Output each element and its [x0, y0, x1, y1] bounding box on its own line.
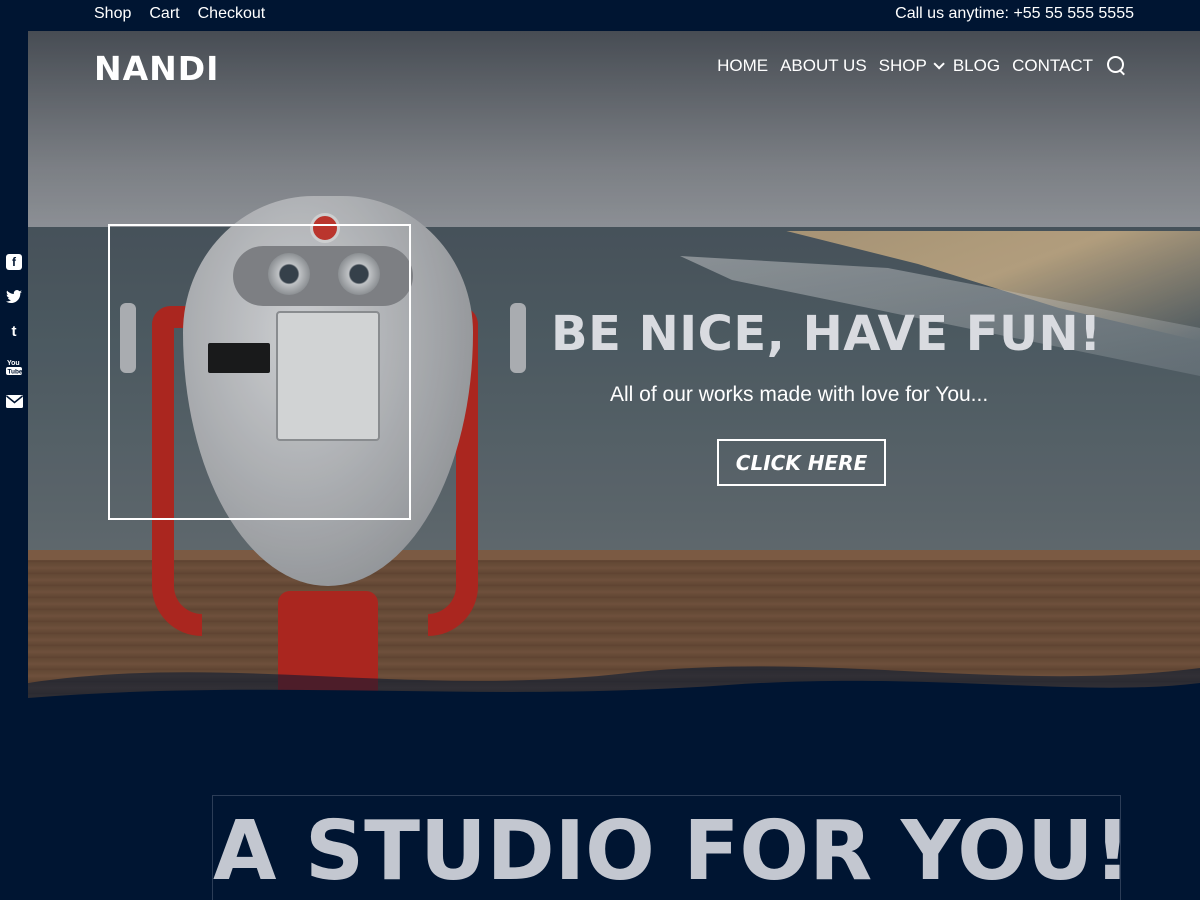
chevron-down-icon — [933, 58, 945, 70]
hero-subline: All of our works made with love for You.… — [610, 383, 989, 406]
phone-text: Call us anytime: +55 55 555 5555 — [895, 5, 1134, 22]
social-sidebar: f t You Tube — [0, 244, 28, 419]
main-nav: HOME ABOUT US SHOP BLOG CONTACT — [717, 56, 1127, 76]
tumblr-icon[interactable]: t — [0, 314, 28, 349]
site-logo[interactable]: NANDI — [94, 49, 219, 88]
studio-title: A STUDIO FOR YOU! — [213, 804, 1131, 899]
nav-home[interactable]: HOME — [717, 56, 768, 76]
top-link-cart[interactable]: Cart — [149, 5, 179, 23]
top-bar: Shop Cart Checkout Call us anytime: +55 … — [0, 0, 1200, 31]
search-icon[interactable] — [1107, 56, 1127, 76]
top-links: Shop Cart Checkout — [94, 5, 265, 23]
hero-focus-frame — [108, 224, 411, 520]
youtube-icon[interactable]: You Tube — [0, 349, 28, 384]
hero-wave-divider — [28, 666, 1200, 703]
nav-blog[interactable]: BLOG — [953, 56, 1000, 76]
studio-section: A STUDIO FOR YOU! — [212, 795, 1131, 900]
click-here-button[interactable]: CLICK HERE — [717, 439, 886, 486]
facebook-icon[interactable]: f — [0, 244, 28, 279]
top-link-shop[interactable]: Shop — [94, 5, 131, 23]
nav-about-us[interactable]: ABOUT US — [780, 56, 867, 76]
twitter-icon[interactable] — [0, 279, 28, 314]
email-icon[interactable] — [0, 384, 28, 419]
hero-headline: BE NICE, HAVE FUN! — [551, 306, 1102, 362]
svg-text:You: You — [7, 360, 20, 367]
top-link-checkout[interactable]: Checkout — [198, 5, 266, 23]
nav-shop[interactable]: SHOP — [878, 56, 945, 76]
nav-contact[interactable]: CONTACT — [1012, 56, 1093, 76]
nav-shop-label: SHOP — [878, 56, 927, 75]
svg-text:Tube: Tube — [8, 368, 23, 375]
